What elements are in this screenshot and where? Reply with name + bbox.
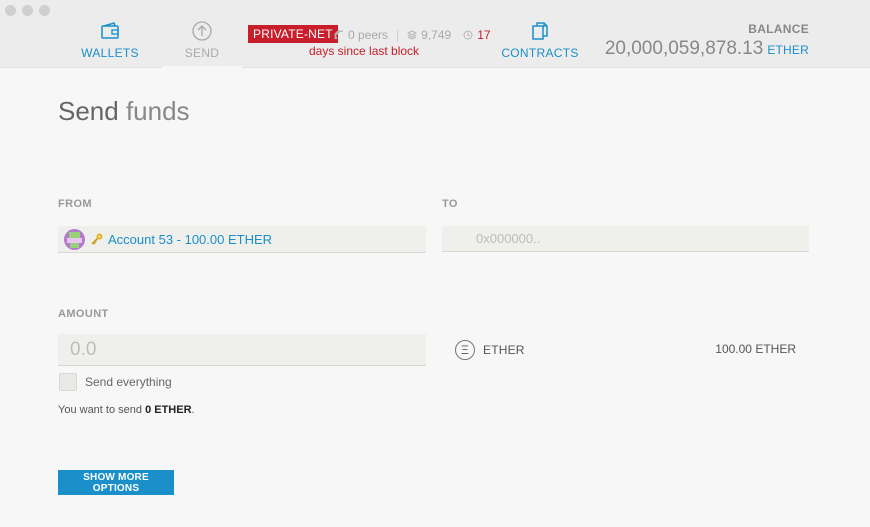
page-title: Send funds bbox=[58, 96, 190, 127]
nav-wallets-label: WALLETS bbox=[81, 46, 139, 60]
from-account-label: Account 53 - 100.00 ETHER bbox=[108, 231, 273, 247]
account-avatar bbox=[64, 228, 85, 250]
key-icon bbox=[91, 233, 103, 245]
send-everything-label: Send everything bbox=[85, 375, 172, 389]
top-nav-bar: WALLETS SEND PRIVATE-NET 0 peers | 9,749… bbox=[0, 0, 870, 69]
balance-unit: ETHER bbox=[767, 43, 809, 57]
window-close-button[interactable] bbox=[5, 5, 16, 16]
currency-balance: 100.00 ETHER bbox=[715, 342, 796, 356]
from-account-select[interactable]: Account 53 - 100.00 ETHER bbox=[58, 226, 426, 253]
stats-divider: | bbox=[396, 28, 400, 42]
summary-suffix: . bbox=[191, 404, 195, 416]
network-stats: 0 peers | 9,749 17 bbox=[334, 28, 491, 42]
currency-label: ETHER bbox=[483, 343, 525, 357]
nav-send-label: SEND bbox=[184, 46, 220, 60]
nav-wallets[interactable]: WALLETS bbox=[80, 20, 140, 60]
wallet-icon bbox=[101, 22, 119, 39]
amount-label: AMOUNT bbox=[58, 308, 109, 320]
show-more-options-button[interactable]: SHOW MORE OPTIONS bbox=[58, 470, 174, 495]
balance-amount: 20,000,059,878.13 bbox=[604, 38, 764, 59]
window-minimize-button[interactable] bbox=[22, 5, 33, 16]
window-maximize-button[interactable] bbox=[39, 5, 50, 16]
send-summary: You want to send 0 ETHER. bbox=[58, 404, 195, 416]
from-label: FROM bbox=[58, 198, 92, 210]
peer-count: 0 peers bbox=[348, 28, 389, 42]
to-address-input[interactable] bbox=[442, 226, 809, 252]
send-everything-row[interactable]: Send everything bbox=[59, 373, 172, 391]
to-label: TO bbox=[442, 198, 458, 210]
summary-prefix: You want to send bbox=[58, 404, 146, 416]
window-controls bbox=[5, 5, 50, 16]
days-since-block-label: days since last block bbox=[309, 44, 420, 58]
network-badge: PRIVATE-NET bbox=[248, 25, 338, 43]
arrow-up-circle-icon bbox=[192, 21, 212, 41]
balance-label: BALANCE bbox=[748, 22, 809, 36]
currency-option-ether[interactable]: Ξ ETHER bbox=[455, 340, 525, 360]
days-since-block: 17 bbox=[477, 28, 491, 42]
nav-send[interactable]: SEND bbox=[162, 20, 242, 69]
block-number: 9,749 bbox=[421, 28, 452, 42]
layers-icon bbox=[407, 30, 418, 40]
amount-input[interactable] bbox=[58, 334, 426, 366]
summary-amount: 0 ETHER bbox=[145, 404, 192, 416]
signal-icon bbox=[334, 30, 344, 40]
page-title-bold: Send bbox=[58, 96, 119, 126]
nav-contracts[interactable]: CONTRACTS bbox=[500, 20, 580, 60]
nav-contracts-label: CONTRACTS bbox=[501, 46, 579, 60]
send-everything-checkbox[interactable] bbox=[59, 373, 77, 391]
page-title-light: funds bbox=[118, 96, 190, 126]
clock-icon bbox=[463, 30, 473, 40]
documents-icon bbox=[532, 22, 548, 40]
total-balance: 20,000,059,878.13 ETHER bbox=[605, 38, 809, 60]
ether-icon: Ξ bbox=[455, 340, 475, 360]
